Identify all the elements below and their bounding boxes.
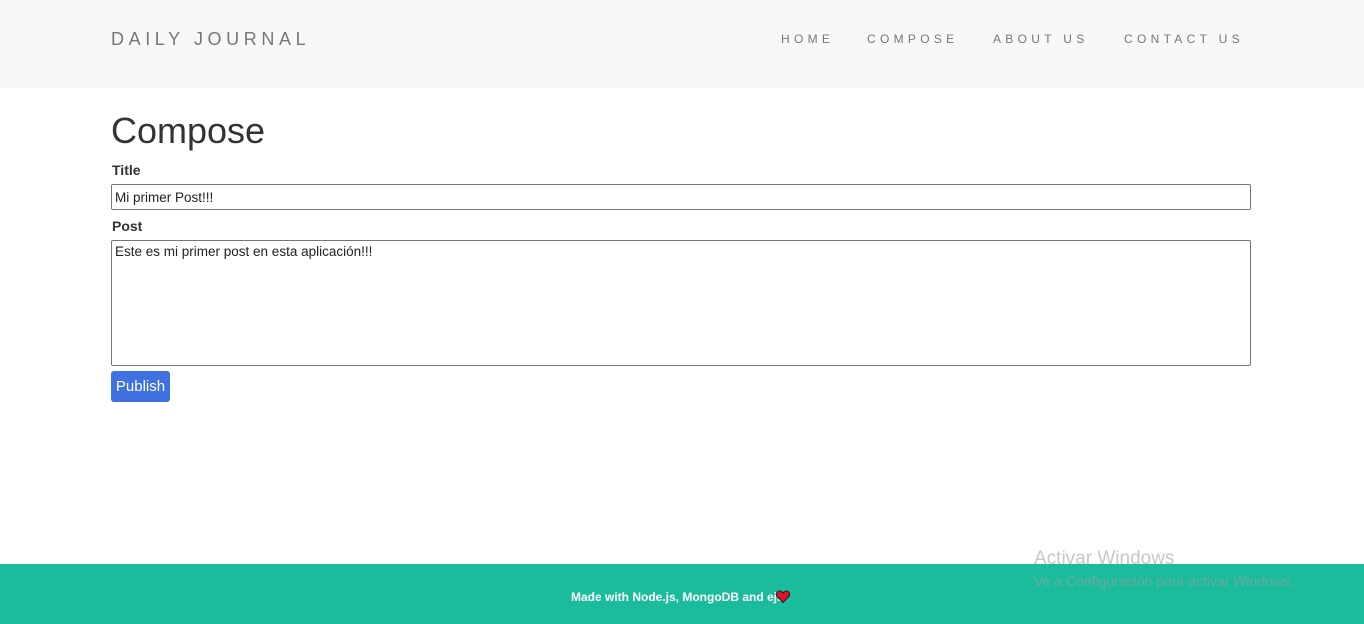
post-textarea[interactable]: Este es mi primer post en esta aplicació… bbox=[111, 240, 1251, 366]
nav-about-link[interactable]: ABOUT US bbox=[993, 32, 1089, 46]
nav-compose-link[interactable]: COMPOSE bbox=[867, 32, 958, 46]
navbar: DAILY JOURNAL HOME COMPOSE ABOUT US CONT… bbox=[0, 0, 1364, 88]
nav-home-link[interactable]: HOME bbox=[781, 32, 834, 46]
watermark-title: Activar Windows bbox=[1034, 548, 1175, 569]
title-label: Title bbox=[112, 162, 141, 178]
watermark-subtitle: Ve a Configuración para activar Windows. bbox=[1034, 573, 1294, 589]
publish-button[interactable]: Publish bbox=[111, 371, 170, 402]
post-label: Post bbox=[112, 218, 143, 234]
nav-links: HOME COMPOSE ABOUT US CONTACT US bbox=[0, 32, 1364, 48]
heart-icon bbox=[776, 590, 790, 603]
page-title: Compose bbox=[111, 110, 266, 151]
footer-text: Made with Node.js, MongoDB and ejs bbox=[571, 590, 784, 604]
title-input[interactable] bbox=[111, 184, 1251, 210]
nav-contact-link[interactable]: CONTACT US bbox=[1124, 32, 1244, 46]
